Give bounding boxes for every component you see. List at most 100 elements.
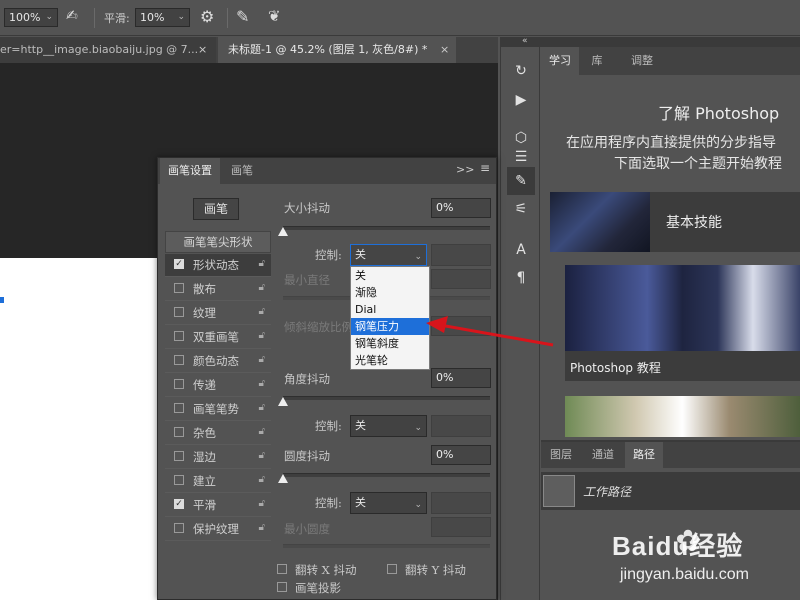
paragraph-icon[interactable]: ¶ bbox=[511, 268, 531, 288]
angle-jitter-thumb[interactable] bbox=[278, 397, 288, 406]
brush-button[interactable]: 画笔 bbox=[193, 198, 239, 220]
angle-jitter-field[interactable]: 0% bbox=[431, 368, 491, 388]
brush-option-item[interactable]: ✓ 平滑 🔓︎ bbox=[165, 494, 271, 517]
control-value: 关 bbox=[355, 496, 366, 509]
brush-option-item[interactable]: 纹理 🔓︎ bbox=[165, 302, 271, 325]
tab-paths[interactable]: 路径 bbox=[625, 442, 663, 468]
checkbox[interactable] bbox=[174, 355, 184, 365]
play-icon[interactable]: ▶ bbox=[511, 90, 531, 110]
pressure-size-icon[interactable]: ✎ bbox=[236, 7, 256, 27]
tab-brushes[interactable]: 画笔 bbox=[226, 158, 258, 184]
panel-menu-icon[interactable]: ≡ bbox=[480, 161, 490, 175]
close-icon[interactable]: × bbox=[440, 37, 449, 63]
angle-jitter-slider[interactable] bbox=[283, 396, 490, 400]
control-select[interactable]: 关 ⌄ bbox=[350, 244, 427, 266]
dropdown-option[interactable]: Dial bbox=[351, 301, 429, 318]
close-icon[interactable]: × bbox=[198, 37, 207, 63]
lock-icon[interactable]: 🔓︎ bbox=[259, 378, 265, 389]
smoothing-select[interactable]: 10% ⌄ bbox=[135, 8, 190, 27]
angle-jitter-label: 角度抖动 bbox=[284, 372, 330, 386]
dropdown-option[interactable]: 关 bbox=[351, 267, 429, 284]
checkbox[interactable] bbox=[174, 379, 184, 389]
topic-card-photoshop-tutorial[interactable]: Photoshop 教程 bbox=[565, 265, 800, 381]
lock-icon[interactable]: 🔓︎ bbox=[259, 522, 265, 533]
dropdown-option[interactable]: 光笔轮 bbox=[351, 352, 429, 369]
brush-preset-icon[interactable]: ☰ bbox=[511, 147, 531, 167]
checkbox[interactable] bbox=[174, 427, 184, 437]
dropdown-option[interactable]: 渐隐 bbox=[351, 284, 429, 301]
brush-option-item[interactable]: 散布 🔓︎ bbox=[165, 278, 271, 301]
brush-option-label: 颜色动态 bbox=[193, 354, 239, 368]
brush-projection-label: 画笔投影 bbox=[295, 581, 341, 595]
roundness-control-select[interactable]: 关 ⌄ bbox=[350, 492, 427, 514]
brush-projection-checkbox[interactable] bbox=[277, 582, 287, 592]
tab-channels[interactable]: 通道 bbox=[585, 442, 621, 468]
checkbox[interactable]: ✓ bbox=[174, 499, 184, 509]
brush-option-item[interactable]: 杂色 🔓︎ bbox=[165, 422, 271, 445]
3d-cube-icon[interactable]: ⬡ bbox=[511, 128, 531, 148]
brush-option-item[interactable]: 双重画笔 🔓︎ bbox=[165, 326, 271, 349]
checkbox[interactable]: ✓ bbox=[174, 259, 184, 269]
doc-tab-label: er=http__image.biaobaiju.jpg @ 7... bbox=[0, 43, 199, 56]
brush-option-item[interactable]: 传递 🔓︎ bbox=[165, 374, 271, 397]
adjust-sliders-icon[interactable]: ⚟ bbox=[511, 199, 531, 219]
lock-icon[interactable]: 🔓︎ bbox=[259, 330, 265, 341]
checkbox[interactable] bbox=[174, 331, 184, 341]
history-icon[interactable]: ↻ bbox=[511, 61, 531, 81]
brush-option-item[interactable]: 画笔笔势 🔓︎ bbox=[165, 398, 271, 421]
collapse-strip[interactable] bbox=[500, 37, 800, 47]
lock-icon[interactable]: 🔓︎ bbox=[259, 258, 265, 269]
brush-option-item[interactable]: 保护纹理 🔓︎ bbox=[165, 518, 271, 541]
brush-option-item[interactable]: 建立 🔓︎ bbox=[165, 470, 271, 493]
checkbox[interactable] bbox=[174, 283, 184, 293]
lock-icon[interactable]: 🔓︎ bbox=[259, 450, 265, 461]
dropdown-option[interactable]: 钢笔压力 bbox=[351, 318, 429, 335]
gear-icon[interactable]: ⚙ bbox=[200, 7, 220, 27]
character-icon[interactable]: A bbox=[511, 240, 531, 260]
lock-icon[interactable]: 🔓︎ bbox=[259, 354, 265, 365]
brush-option-item[interactable]: 颜色动态 🔓︎ bbox=[165, 350, 271, 373]
size-jitter-thumb[interactable] bbox=[278, 227, 288, 236]
angle-control-select[interactable]: 关 ⌄ bbox=[350, 415, 427, 437]
brush-settings-icon[interactable]: ✎ bbox=[511, 171, 531, 191]
document-canvas[interactable] bbox=[0, 258, 160, 600]
airbrush-icon[interactable]: ✍ bbox=[66, 8, 86, 28]
size-jitter-field[interactable]: 0% bbox=[431, 198, 491, 218]
tab-brush-settings[interactable]: 画笔设置 bbox=[160, 158, 220, 184]
dropdown-option[interactable]: 钢笔斜度 bbox=[351, 335, 429, 352]
checkbox[interactable] bbox=[174, 403, 184, 413]
topic-card-basic-skills[interactable]: 基本技能 bbox=[550, 192, 800, 252]
brush-option-item[interactable]: 湿边 🔓︎ bbox=[165, 446, 271, 469]
lock-icon[interactable]: 🔓︎ bbox=[259, 306, 265, 317]
lock-icon[interactable]: 🔓︎ bbox=[259, 282, 265, 293]
flip-y-checkbox[interactable] bbox=[387, 564, 397, 574]
lock-icon[interactable]: 🔓︎ bbox=[259, 474, 265, 485]
roundness-jitter-slider[interactable] bbox=[283, 473, 490, 477]
tip-shape-header[interactable]: 画笔笔尖形状 bbox=[165, 231, 271, 253]
flip-x-checkbox[interactable] bbox=[277, 564, 287, 574]
collapse-panel-icon[interactable]: >> bbox=[456, 163, 474, 176]
lock-icon[interactable]: 🔓︎ bbox=[259, 426, 265, 437]
lock-icon[interactable]: 🔓︎ bbox=[259, 402, 265, 413]
checkbox[interactable] bbox=[174, 475, 184, 485]
tab-adjustments[interactable]: 调整 bbox=[622, 47, 662, 75]
brush-option-item[interactable]: ✓ 形状动态 🔓︎ bbox=[165, 254, 271, 277]
roundness-jitter-field[interactable]: 0% bbox=[431, 445, 491, 465]
symmetry-butterfly-icon[interactable]: ❦ bbox=[268, 7, 290, 27]
doc-tab-inactive[interactable]: er=http__image.biaobaiju.jpg @ 7... × bbox=[0, 37, 216, 63]
path-row-selected[interactable]: 工作路径 bbox=[541, 472, 800, 510]
doc-tab-active[interactable]: 未标题-1 @ 45.2% (图层 1, 灰色/8#) * × bbox=[218, 37, 456, 63]
document-tab-bar: er=http__image.biaobaiju.jpg @ 7... × 未标… bbox=[0, 37, 498, 63]
size-jitter-slider[interactable] bbox=[283, 226, 490, 230]
checkbox[interactable] bbox=[174, 523, 184, 533]
tab-learn[interactable]: 学习 bbox=[541, 47, 579, 75]
checkbox[interactable] bbox=[174, 451, 184, 461]
topic-card-third[interactable] bbox=[565, 396, 800, 437]
tab-layers[interactable]: 图层 bbox=[543, 442, 579, 468]
roundness-jitter-thumb[interactable] bbox=[278, 474, 288, 483]
zoom-select[interactable]: 100% ⌄ bbox=[4, 8, 58, 27]
lock-icon[interactable]: 🔓︎ bbox=[259, 498, 265, 509]
collapse-icon[interactable]: « bbox=[522, 36, 528, 46]
tab-libraries[interactable]: 库 bbox=[584, 47, 610, 75]
checkbox[interactable] bbox=[174, 307, 184, 317]
